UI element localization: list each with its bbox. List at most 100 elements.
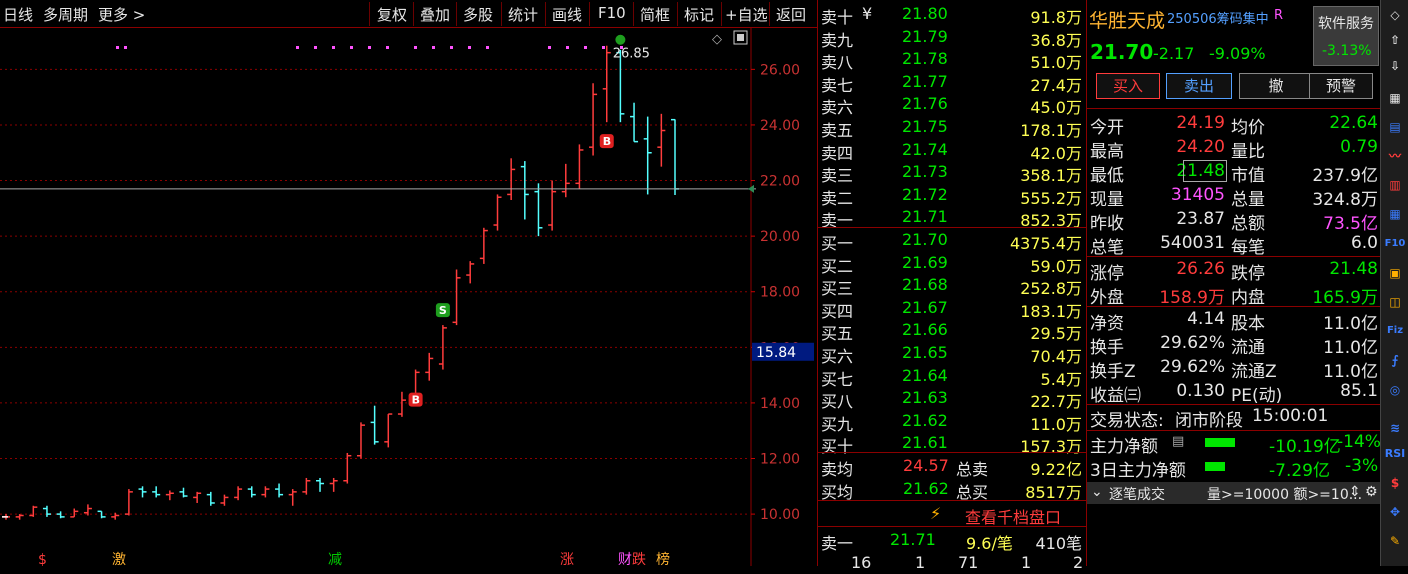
signal-dot bbox=[432, 46, 435, 49]
bid-row[interactable]: 买一 21.70 4375.4万 bbox=[818, 228, 1086, 253]
multi-stock-button[interactable]: 多股 bbox=[463, 4, 493, 25]
tab-daily[interactable]: 日线 bbox=[3, 4, 33, 25]
stat-row: 换手 29.62% 流通 11.0亿 bbox=[1090, 333, 1378, 358]
bid-row[interactable]: 买四 21.67 183.1万 bbox=[818, 296, 1086, 321]
line-chart-icon[interactable]: 〰 bbox=[1384, 146, 1406, 166]
overlay-button[interactable]: 叠加 bbox=[420, 4, 450, 25]
buy-button[interactable]: 买入 bbox=[1096, 73, 1160, 99]
ask-row[interactable]: 卖八 21.78 51.0万 bbox=[818, 47, 1086, 72]
list-icon[interactable]: ▤ bbox=[1172, 434, 1184, 449]
bid-row[interactable]: 买八 21.63 22.7万 bbox=[818, 386, 1086, 411]
mark-button[interactable]: 标记 bbox=[684, 4, 714, 25]
alert-button[interactable]: 预警 bbox=[1309, 73, 1373, 99]
ask-row[interactable]: 卖三 21.73 358.1万 bbox=[818, 160, 1086, 185]
event-tag[interactable]: 激 bbox=[112, 551, 126, 566]
ask-row[interactable]: 卖一 21.71 852.3万 bbox=[818, 205, 1086, 230]
tab-more[interactable]: 更多 > bbox=[98, 4, 145, 25]
kline-chart-panel[interactable]: 日线 多周期 更多 > 复权 叠加 多股 统计 画线 F10 简框 标记 +自选… bbox=[0, 0, 817, 566]
event-tag[interactable]: 榜 bbox=[656, 551, 670, 566]
bid-row[interactable]: 买九 21.62 11.0万 bbox=[818, 409, 1086, 434]
arrow-down-icon[interactable]: ⇩ bbox=[1384, 56, 1406, 76]
bid-row[interactable]: 买三 21.68 252.8万 bbox=[818, 273, 1086, 298]
ask-row[interactable]: 卖七 21.77 27.4万 bbox=[818, 70, 1086, 95]
ask-row[interactable]: 卖二 21.72 555.2万 bbox=[818, 183, 1086, 208]
price-tick-label: 10.00 bbox=[760, 507, 800, 523]
ask-row[interactable]: 卖六 21.76 45.0万 bbox=[818, 92, 1086, 117]
stat-row: 涨停 26.26 跌停 21.48 bbox=[1090, 259, 1378, 284]
restore-rights-button[interactable]: 复权 bbox=[377, 4, 407, 25]
bid-row[interactable]: 买五 21.66 29.5万 bbox=[818, 318, 1086, 343]
event-tag[interactable]: $ bbox=[38, 552, 47, 566]
sell-button[interactable]: 卖出 bbox=[1166, 73, 1232, 99]
pencil-icon[interactable]: ✎ bbox=[1384, 531, 1406, 551]
trade-marker-label: B bbox=[603, 135, 611, 148]
f10-button[interactable]: F10 bbox=[598, 4, 626, 22]
chart-icon[interactable]: ▦ bbox=[1384, 88, 1406, 108]
lightning-icon: ⚡ bbox=[930, 504, 942, 523]
bar-chart-icon[interactable]: ▦ bbox=[1384, 204, 1406, 224]
arrow-up-icon[interactable]: ⇧ bbox=[1384, 30, 1406, 50]
candlestick-chart[interactable]: 26.0024.0022.0020.0018.0016.0014.0012.00… bbox=[0, 28, 817, 566]
simple-frame-button[interactable]: 简框 bbox=[640, 4, 670, 25]
settings-icon[interactable]: ⚙ bbox=[1365, 484, 1378, 500]
ask-row[interactable]: 卖五 21.75 178.1万 bbox=[818, 115, 1086, 140]
stat-row: 现量 31405 总量 324.8万 bbox=[1090, 185, 1378, 210]
f10z-icon[interactable]: Fiz bbox=[1384, 321, 1406, 341]
add-watchlist-button[interactable]: +自选 bbox=[725, 4, 768, 25]
main-net-row: 主力净额 ▤ -10.19亿 -14% bbox=[1090, 432, 1381, 457]
table-icon[interactable]: ▤ bbox=[1384, 117, 1406, 137]
draw-line-button[interactable]: 画线 bbox=[552, 4, 582, 25]
event-tag[interactable]: 减 bbox=[328, 552, 342, 566]
stat-row: 换手Z 29.62% 流通Z 11.0亿 bbox=[1090, 357, 1378, 382]
stat-row: 最低 21.48 市值 237.9亿 bbox=[1090, 161, 1378, 186]
stat-row: 外盘 158.9万 内盘 165.9万 bbox=[1090, 288, 1378, 308]
ask-row[interactable]: 卖四 21.74 42.0万 bbox=[818, 138, 1086, 163]
kline-icon[interactable]: ▥ bbox=[1384, 175, 1406, 195]
move-icon[interactable]: ✥ bbox=[1384, 502, 1406, 522]
bid-row[interactable]: 买七 21.64 5.4万 bbox=[818, 364, 1086, 389]
event-tag[interactable]: 涨 bbox=[560, 552, 574, 566]
news-icon[interactable]: ◫ bbox=[1384, 292, 1406, 312]
sector-pct: -3.13% bbox=[1322, 43, 1372, 59]
wave-icon[interactable]: ≋ bbox=[1384, 418, 1406, 438]
price-change: -2.17 bbox=[1153, 44, 1195, 63]
statistics-button[interactable]: 统计 bbox=[508, 4, 538, 25]
sort-icon[interactable]: ⇕ bbox=[1349, 484, 1361, 500]
bid-row[interactable]: 买二 21.69 59.0万 bbox=[818, 251, 1086, 276]
trade-status-row: 交易状态: 闭市阶段 15:00:01 bbox=[1090, 406, 1329, 431]
formula-icon[interactable]: ⨍ bbox=[1384, 350, 1406, 370]
depth-link-row[interactable]: ⚡ 查看千档盘口 bbox=[818, 502, 1086, 528]
buy-average-row: 买均 21.62 总买 8517万 bbox=[821, 479, 1082, 502]
tick-filter-bar[interactable]: ⌄ 逐笔成交 量>=10000 额>=10... ⇕ ⚙ bbox=[1087, 482, 1380, 504]
ask-row[interactable]: 卖九 21.79 36.8万 bbox=[818, 25, 1086, 50]
event-tag[interactable]: 财 bbox=[618, 552, 632, 566]
event-tag[interactable]: 跌 bbox=[632, 552, 646, 566]
diamond-icon[interactable]: ◇ bbox=[1384, 5, 1406, 25]
signal-dot bbox=[548, 46, 551, 49]
note-icon[interactable]: ▣ bbox=[1384, 263, 1406, 283]
view-depth-link[interactable]: 查看千档盘口 bbox=[965, 504, 1061, 528]
back-button[interactable]: 返回 bbox=[776, 4, 806, 25]
stock-tag[interactable]: 250506筹码集中 bbox=[1167, 8, 1269, 27]
ask-row[interactable]: 卖十 21.80 91.8万 ¥ bbox=[818, 2, 1086, 27]
price-change-pct: -9.09% bbox=[1209, 44, 1266, 63]
bid-row[interactable]: 买十 21.61 157.3万 bbox=[818, 431, 1086, 456]
f10-icon[interactable]: F10 bbox=[1384, 234, 1406, 254]
bid-row[interactable]: 买六 21.65 70.4万 bbox=[818, 341, 1086, 366]
signal-dot bbox=[368, 46, 371, 49]
window-icon-inner bbox=[737, 34, 744, 41]
dollar-icon[interactable]: $ bbox=[1384, 473, 1406, 493]
tab-multi-period[interactable]: 多周期 bbox=[43, 4, 88, 25]
collapse-icon[interactable]: ⌄ bbox=[1091, 484, 1103, 500]
signal-dot bbox=[566, 46, 569, 49]
sector-box[interactable]: 软件服务 -3.13% bbox=[1313, 6, 1379, 66]
signal-dot bbox=[620, 46, 623, 49]
rsi-icon[interactable]: RSI bbox=[1384, 444, 1406, 464]
main-net-bar bbox=[1205, 438, 1235, 447]
diamond-icon[interactable]: ◇ bbox=[712, 32, 722, 47]
signal-dot bbox=[584, 46, 587, 49]
price-tick-label: 26.00 bbox=[760, 62, 800, 78]
circle-icon[interactable]: ◎ bbox=[1384, 380, 1406, 400]
signal-dot bbox=[296, 46, 299, 49]
cancel-order-button[interactable]: 撤 bbox=[1239, 73, 1313, 99]
